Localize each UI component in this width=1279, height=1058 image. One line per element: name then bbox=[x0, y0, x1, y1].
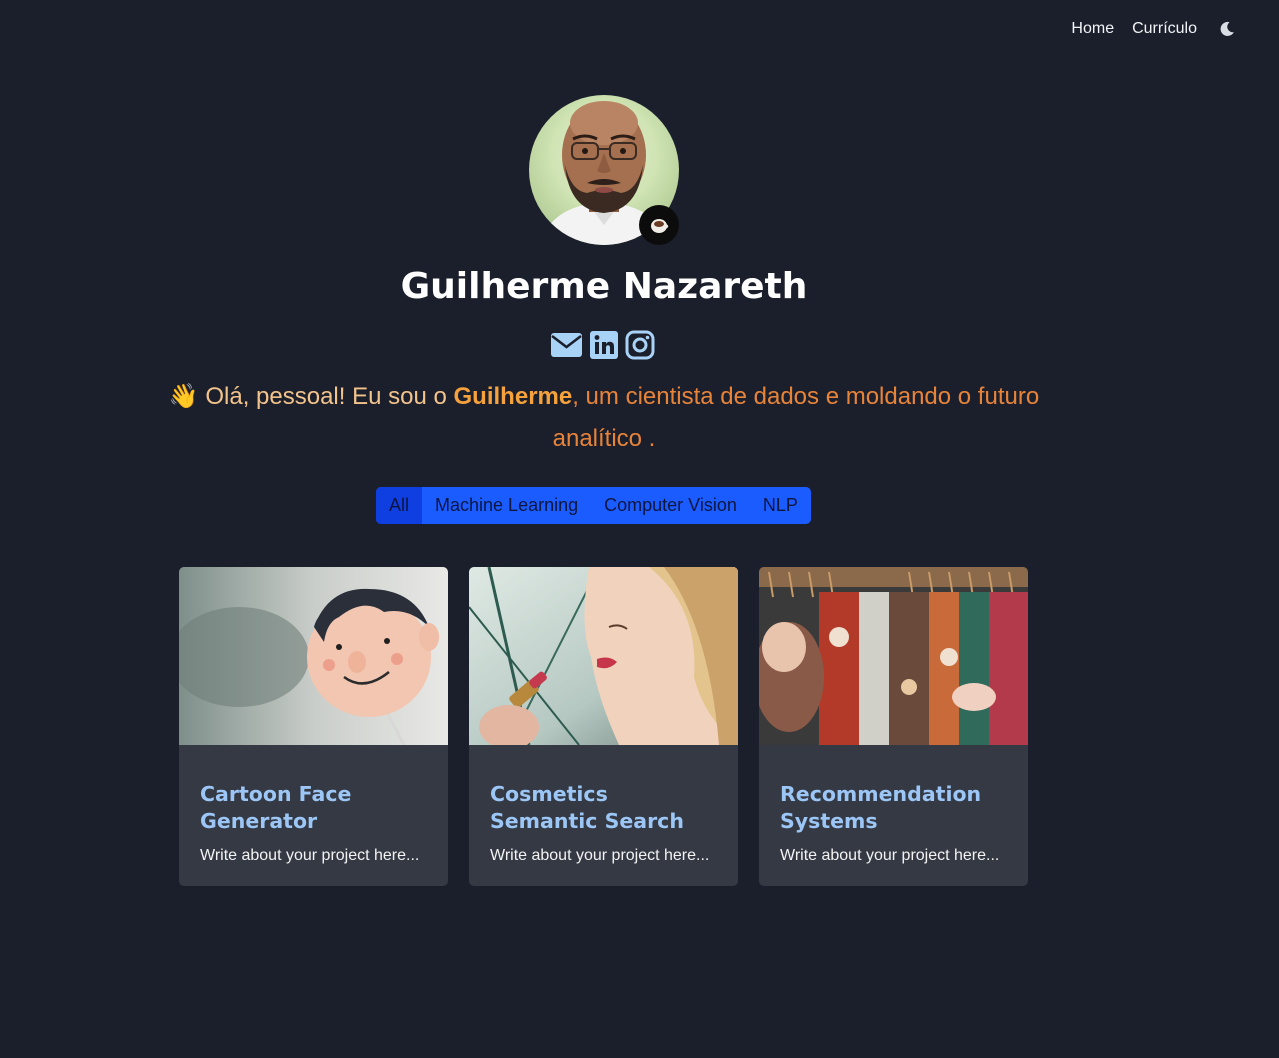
linkedin-icon[interactable] bbox=[589, 330, 619, 360]
profile-avatar bbox=[529, 95, 679, 245]
nav-home-link[interactable]: Home bbox=[1071, 18, 1114, 40]
project-title[interactable]: Cartoon Face Generator bbox=[200, 781, 427, 835]
project-title[interactable]: Recommendation Systems bbox=[780, 781, 1007, 835]
intro-lead: Olá, pessoal! Eu sou o bbox=[205, 383, 447, 410]
profile-name: Guilherme Nazareth bbox=[400, 266, 808, 307]
project-card[interactable]: Cosmetics Semantic Search Write about yo… bbox=[469, 567, 738, 886]
project-description: Write about your project here... bbox=[490, 847, 710, 864]
project-image-cosmetics bbox=[469, 567, 738, 745]
filter-computer-vision[interactable]: Computer Vision bbox=[591, 487, 750, 524]
intro-tail: , um cientista de dados e moldando o fut… bbox=[552, 383, 1040, 452]
intro-name: Guilherme bbox=[453, 383, 573, 410]
intro-text: 👋 Olá, pessoal! Eu sou o Guilherme, um c… bbox=[160, 376, 1048, 460]
project-card[interactable]: Recommendation Systems Write about your … bbox=[759, 567, 1028, 886]
top-nav: Home Currículo bbox=[1053, 18, 1235, 40]
envelope-icon[interactable] bbox=[550, 330, 583, 360]
project-card[interactable]: Cartoon Face Generator Write about your … bbox=[179, 567, 448, 886]
project-description: Write about your project here... bbox=[200, 847, 420, 864]
project-filter-group: All Machine Learning Computer Vision NLP bbox=[376, 487, 811, 524]
moon-icon[interactable] bbox=[1219, 21, 1235, 37]
waving-hand-icon: 👋 bbox=[168, 383, 199, 410]
project-title[interactable]: Cosmetics Semantic Search bbox=[490, 781, 717, 835]
filter-machine-learning[interactable]: Machine Learning bbox=[422, 487, 591, 524]
instagram-icon[interactable] bbox=[625, 330, 655, 360]
project-cards: Cartoon Face Generator Write about your … bbox=[179, 567, 1028, 886]
coffee-icon bbox=[639, 205, 679, 245]
filter-all[interactable]: All bbox=[376, 487, 423, 524]
nav-curriculo-link[interactable]: Currículo bbox=[1132, 18, 1197, 40]
filter-nlp[interactable]: NLP bbox=[750, 487, 811, 524]
social-links bbox=[550, 330, 655, 360]
project-image-cartoon bbox=[179, 567, 448, 745]
project-image-recommendation bbox=[759, 567, 1028, 745]
project-description: Write about your project here... bbox=[780, 847, 1000, 864]
